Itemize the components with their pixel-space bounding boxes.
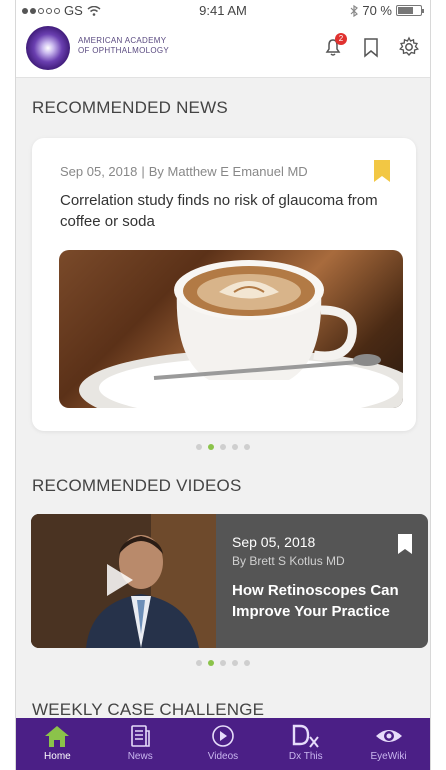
play-icon[interactable] — [107, 564, 133, 596]
news-card[interactable]: Sep 05, 2018 | By Matthew E Emanuel MD Cor… — [32, 138, 416, 431]
videos-section-title: RECOMMENDED VIDEOS — [32, 476, 242, 495]
video-play-icon — [212, 725, 234, 747]
phone-screen: GS 9:41 AM 70 % AMERICAN ACADEMY OF OPHT… — [15, 0, 431, 770]
nav-home[interactable]: Home — [16, 718, 99, 770]
video-pagination[interactable] — [196, 660, 250, 666]
page-dot[interactable] — [220, 444, 226, 450]
nav-label: News — [127, 751, 153, 762]
nav-dx-this[interactable]: Dx This — [264, 718, 347, 770]
page-dot[interactable] — [232, 660, 238, 666]
meta-separator: | — [141, 164, 145, 179]
weekly-section-title: WEEKLY CASE CHALLENGE — [32, 700, 265, 719]
nav-eyewiki[interactable]: EyeWiki — [347, 718, 430, 770]
logo-line-2: OF OPHTHALMOLOGY — [78, 46, 170, 55]
aao-logo[interactable] — [26, 26, 70, 70]
news-pagination[interactable] — [196, 444, 250, 450]
page-dot[interactable] — [208, 660, 214, 666]
bookmark-outline-icon — [364, 38, 378, 58]
coffee-cup-image[interactable] — [59, 250, 403, 408]
nav-label: Dx This — [288, 751, 323, 762]
news-date: Sep 05, 2018 — [60, 164, 138, 179]
nav-videos[interactable]: Videos — [182, 718, 265, 770]
battery-status: 70 % — [350, 3, 424, 18]
saved-bookmarks-button[interactable] — [360, 36, 382, 58]
news-meta: Sep 05, 2018 | By Matthew E Emanuel MD — [60, 164, 308, 179]
gear-icon — [399, 36, 419, 56]
news-bookmark-button[interactable] — [374, 160, 390, 187]
header-actions: 2 — [322, 33, 420, 58]
app-header: AMERICAN ACADEMY OF OPHTHALMOLOGY 2 — [16, 22, 430, 78]
settings-button[interactable] — [398, 36, 420, 58]
logo-wordmark: AMERICAN ACADEMY OF OPHTHALMOLOGY — [78, 36, 169, 56]
page-dot[interactable] — [196, 444, 202, 450]
bookmark-filled-icon — [374, 160, 390, 182]
page-dot[interactable] — [244, 660, 250, 666]
video-bookmark-button[interactable] — [398, 534, 412, 559]
news-headline[interactable]: Correlation study finds no risk of glauc… — [60, 190, 400, 232]
page-dot[interactable] — [232, 444, 238, 450]
bottom-navigation: Home News Videos Dx This EyeWiki — [16, 718, 430, 770]
video-thumbnail[interactable] — [31, 514, 216, 648]
notifications-button[interactable]: 2 — [322, 33, 347, 58]
nav-label: EyeWiki — [370, 751, 407, 762]
video-date: Sep 05, 2018 — [232, 534, 316, 550]
video-card[interactable]: Sep 05, 2018 By Brett S Kotlus MD How Re… — [31, 514, 428, 648]
news-section-title: RECOMMENDED NEWS — [32, 98, 228, 117]
battery-percent: 70 % — [362, 3, 392, 18]
news-icon — [131, 725, 150, 747]
news-author: By Matthew E Emanuel MD — [148, 164, 308, 179]
page-dot[interactable] — [244, 444, 250, 450]
video-title[interactable]: How Retinoscopes Can Improve Your Practi… — [232, 580, 412, 622]
nav-news[interactable]: News — [99, 718, 182, 770]
video-author: By Brett S Kotlus MD — [232, 554, 345, 568]
home-icon — [45, 726, 70, 747]
dx-icon — [292, 724, 319, 748]
battery-icon — [396, 5, 424, 16]
page-dot[interactable] — [196, 660, 202, 666]
eye-icon — [375, 730, 402, 742]
bluetooth-icon — [350, 4, 359, 17]
nav-label: Videos — [207, 751, 239, 762]
bookmark-filled-icon — [398, 534, 412, 554]
page-dot[interactable] — [220, 660, 226, 666]
coffee-illustration — [79, 260, 403, 408]
nav-label: Home — [44, 751, 71, 762]
logo-line-1: AMERICAN ACADEMY — [78, 36, 167, 45]
notification-badge: 2 — [335, 33, 347, 45]
status-bar: GS 9:41 AM 70 % — [16, 0, 430, 22]
page-dot[interactable] — [208, 444, 214, 450]
